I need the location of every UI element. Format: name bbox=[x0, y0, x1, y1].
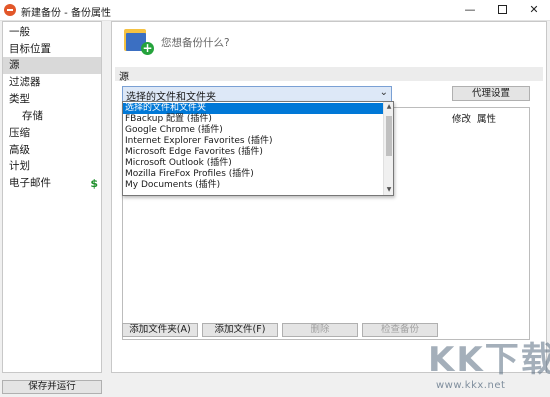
main-panel: + 您想备份什么? 源 修改 属性 选择的文件和文件夹 ⌄ 代理设置 选择的文件… bbox=[111, 21, 547, 373]
dropdown-option[interactable]: My Documents (插件) bbox=[123, 180, 383, 191]
dropdown-option[interactable]: Microsoft Edge Favorites (插件) bbox=[123, 147, 383, 158]
watermark: KK下载 www.kkx.net bbox=[388, 326, 550, 396]
delete-button[interactable]: 删除 bbox=[282, 323, 358, 337]
dropdown-option[interactable]: 选择的文件和文件夹 bbox=[123, 103, 383, 114]
proxy-settings-button[interactable]: 代理设置 bbox=[452, 86, 530, 101]
scrollbar-thumb[interactable] bbox=[386, 116, 392, 156]
sidebar-item-general[interactable]: 一般 bbox=[3, 24, 101, 41]
add-file-button[interactable]: 添加文件(F) bbox=[202, 323, 278, 337]
maximize-button[interactable] bbox=[486, 0, 518, 21]
column-header-attributes[interactable]: 属性 bbox=[477, 111, 496, 125]
sidebar-item-email[interactable]: 电子邮件 $ bbox=[3, 175, 101, 192]
maximize-icon bbox=[497, 4, 507, 14]
dropdown-option[interactable]: Google Chrome (插件) bbox=[123, 125, 383, 136]
minimize-button[interactable]: — bbox=[454, 0, 486, 21]
sidebar-item-schedule[interactable]: 计划 bbox=[3, 158, 101, 175]
chevron-down-icon: ⌄ bbox=[379, 87, 388, 98]
watermark-url: www.kkx.net bbox=[436, 380, 506, 391]
source-dropdown[interactable]: 选择的文件和文件夹 ⌄ bbox=[122, 86, 392, 103]
scroll-up-icon[interactable]: ▲ bbox=[384, 102, 393, 112]
dropdown-option[interactable]: Internet Explorer Favorites (插件) bbox=[123, 136, 383, 147]
dropdown-scrollbar[interactable]: ▲ ▼ bbox=[383, 102, 393, 195]
app-logo-icon bbox=[4, 4, 16, 16]
sidebar-item-storage[interactable]: 存储 bbox=[3, 108, 101, 125]
sidebar-item-source[interactable]: 源 bbox=[3, 57, 101, 74]
column-header-modified[interactable]: 修改 bbox=[452, 111, 471, 125]
title-bar: 新建备份 - 备份属性 — ✕ bbox=[0, 0, 550, 21]
close-button[interactable]: ✕ bbox=[518, 0, 550, 21]
section-header: 源 bbox=[115, 67, 543, 83]
folder-add-icon: + bbox=[124, 27, 154, 55]
dropdown-option[interactable]: Mozilla FireFox Profiles (插件) bbox=[123, 169, 383, 180]
sidebar-item-filters[interactable]: 过滤器 bbox=[3, 74, 101, 91]
add-folder-button[interactable]: 添加文件夹(A) bbox=[122, 323, 198, 337]
dollar-icon: $ bbox=[90, 177, 98, 190]
sidebar-item-compression[interactable]: 压缩 bbox=[3, 125, 101, 142]
dropdown-option[interactable]: Microsoft Outlook (插件) bbox=[123, 158, 383, 169]
sidebar: 一般 目标位置 源 过滤器 类型 存储 压缩 高级 计划 电子邮件 $ bbox=[2, 21, 102, 373]
sidebar-item-label: 电子邮件 bbox=[9, 177, 51, 189]
section-title: 源 bbox=[119, 72, 129, 83]
dropdown-list: 选择的文件和文件夹 FBackup 配置 (插件) Google Chrome … bbox=[122, 101, 394, 196]
sidebar-item-advanced[interactable]: 高级 bbox=[3, 142, 101, 159]
save-and-run-button[interactable]: 保存并运行 bbox=[2, 380, 102, 394]
sidebar-item-destination[interactable]: 目标位置 bbox=[3, 41, 101, 58]
page-prompt: 您想备份什么? bbox=[161, 37, 230, 49]
watermark-logo: KK下载 bbox=[428, 340, 550, 380]
scroll-down-icon[interactable]: ▼ bbox=[384, 185, 393, 195]
dropdown-option[interactable]: FBackup 配置 (插件) bbox=[123, 114, 383, 125]
sidebar-item-type[interactable]: 类型 bbox=[3, 91, 101, 108]
window-title: 新建备份 - 备份属性 bbox=[21, 8, 111, 19]
